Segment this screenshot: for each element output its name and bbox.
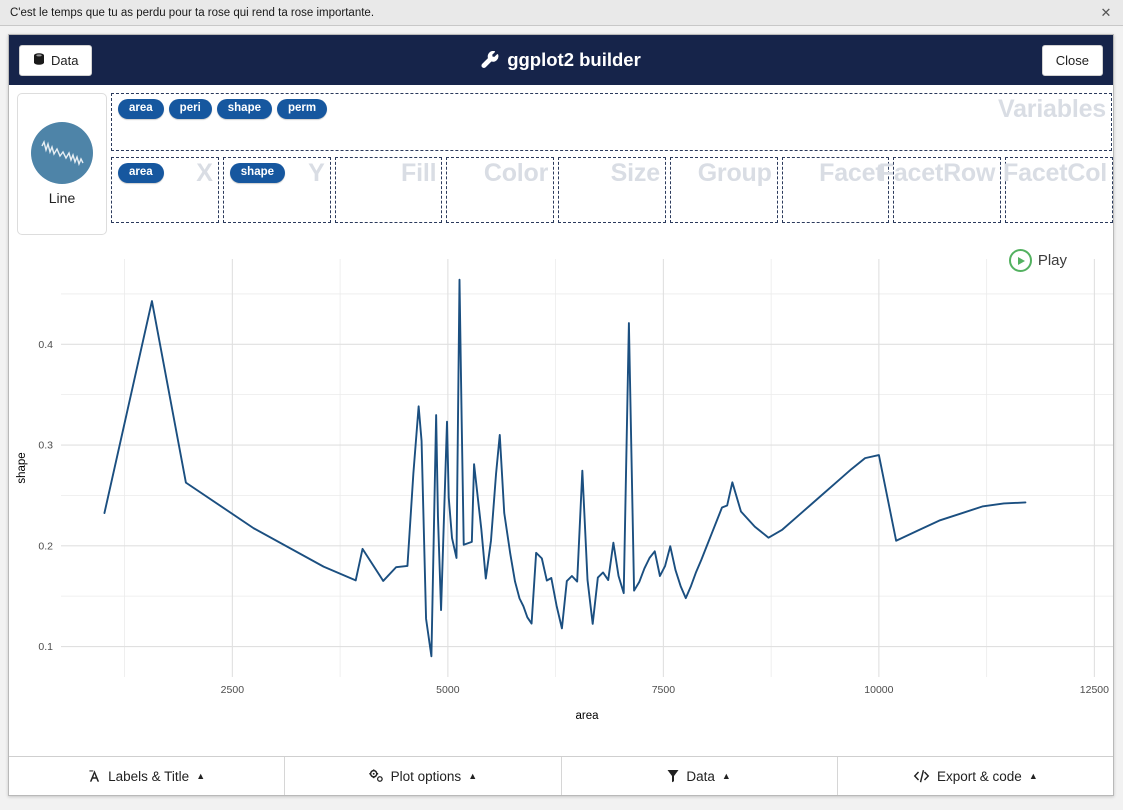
- window-title: C'est le temps que tu as perdu pour ta r…: [10, 6, 375, 19]
- dropzone-facet[interactable]: Facet: [781, 157, 890, 223]
- x-axis-title: area: [575, 710, 599, 722]
- ggplot-canvas: 2500 5000 7500 10000 12500 0.1 0.2 0.3 0.4 area sh…: [16, 259, 1113, 722]
- close-button-label: Close: [1055, 52, 1089, 68]
- data-button[interactable]: Data: [19, 44, 93, 76]
- dropzone-group-title: Group: [697, 159, 772, 187]
- plot-panel-background: [61, 259, 1113, 677]
- x-tick-label: 2500: [221, 684, 245, 696]
- variable-pill-shape[interactable]: shape: [216, 99, 273, 119]
- sliders-icon: [368, 769, 384, 783]
- export-code-label: Export & code: [937, 768, 1022, 784]
- font-icon: [88, 769, 101, 783]
- x-tick-label: 7500: [652, 684, 676, 696]
- window-title-bar: C'est le temps que tu as perdu pour ta r…: [0, 0, 1123, 26]
- labels-title-label: Labels & Title: [108, 768, 190, 784]
- dropzone-x-pill[interactable]: area: [118, 163, 164, 183]
- dropzone-size[interactable]: Size: [558, 157, 666, 223]
- plot-options-label: Plot options: [390, 768, 462, 784]
- dropzone-size-title: Size: [610, 159, 660, 187]
- filter-icon: [667, 769, 679, 783]
- y-tick-label: 0.3: [38, 440, 53, 452]
- plot-options-caret: ▲: [468, 771, 478, 781]
- wrench-icon: [481, 50, 500, 70]
- y-tick-label: 0.1: [38, 641, 53, 653]
- plot-options-button[interactable]: Plot options ▲: [285, 757, 562, 795]
- plot-region: Play 2500 5000 7500 10000 12500 0.1 0.2 0.3 0.4 a…: [9, 239, 1113, 756]
- data-footer-button[interactable]: Data ▲: [561, 757, 838, 795]
- dropzone-color[interactable]: Color: [446, 157, 555, 223]
- variables-dropzone-title: Variables: [997, 95, 1106, 123]
- y-axis-title: shape: [16, 452, 28, 483]
- dropzone-y-pill[interactable]: shape: [229, 163, 286, 183]
- modal-title-text: ggplot2 builder: [507, 49, 641, 70]
- geom-selector-line[interactable]: Line: [17, 93, 107, 235]
- variable-pill-peri[interactable]: peri: [168, 99, 212, 119]
- dropzone-color-title: Color: [483, 159, 549, 187]
- code-icon: [913, 769, 930, 783]
- ggplot-builder-modal: Data ggplot2 builder Close Line Variable…: [8, 34, 1114, 796]
- play-label: Play: [1037, 252, 1067, 269]
- dropzone-facetrow[interactable]: FacetRow: [879, 157, 1002, 223]
- modal-title: ggplot2 builder: [9, 49, 1113, 71]
- dropzone-y-title: Y: [308, 159, 325, 187]
- dropzone-x[interactable]: X area: [111, 157, 219, 223]
- y-tick-label: 0.2: [38, 540, 53, 552]
- geom-label: Line: [48, 190, 76, 206]
- labels-title-button[interactable]: Labels & Title ▲: [9, 757, 286, 795]
- data-footer-caret: ▲: [721, 771, 731, 781]
- play-triangle: [1017, 256, 1025, 265]
- modal-footer: Labels & Title ▲ Plot options ▲ Data ▲ E…: [9, 756, 1113, 795]
- variable-pill-area[interactable]: area: [118, 99, 164, 119]
- close-button[interactable]: Close: [1041, 44, 1103, 76]
- labels-title-caret: ▲: [196, 771, 206, 781]
- x-tick-label: 12500: [1080, 684, 1109, 696]
- export-code-caret: ▲: [1028, 771, 1038, 781]
- x-tick-label: 10000: [864, 684, 893, 696]
- window-close-icon[interactable]: ✕: [1095, 3, 1117, 23]
- dropzone-fill-title: Fill: [401, 159, 437, 187]
- variable-pill-perm[interactable]: perm: [277, 99, 328, 119]
- database-icon: [33, 53, 45, 67]
- dropzone-facetcol[interactable]: FacetCol: [1003, 157, 1114, 223]
- dropzone-facetcol-title: FacetCol: [1003, 159, 1108, 187]
- dropzone-y[interactable]: Y shape: [222, 157, 331, 223]
- data-button-label: Data: [51, 52, 79, 68]
- variables-dropzone[interactable]: Variables area peri shape perm: [111, 93, 1112, 151]
- x-tick-label: 5000: [436, 684, 460, 696]
- y-tick-label: 0.4: [38, 339, 53, 351]
- dropzone-area: Line Variables area peri shape perm X ar…: [9, 85, 1114, 239]
- dropzone-x-title: X: [196, 159, 213, 187]
- aesthetic-dropzone-row: X area Y shape Fill Color Size Group Fac…: [111, 157, 1114, 223]
- dropzone-columns: Variables area peri shape perm X area Y …: [107, 93, 1114, 235]
- dropzone-group[interactable]: Group: [669, 157, 778, 223]
- export-code-button[interactable]: Export & code ▲: [837, 757, 1113, 795]
- modal-header: Data ggplot2 builder Close: [9, 35, 1113, 85]
- dropzone-facetrow-title: FacetRow: [878, 159, 996, 187]
- line-chart-icon: [31, 122, 93, 184]
- play-button[interactable]: Play: [1008, 249, 1067, 272]
- play-circle-icon: [1008, 249, 1032, 272]
- dropzone-facet-title: Facet: [819, 159, 884, 187]
- data-footer-label: Data: [686, 768, 715, 784]
- dropzone-fill[interactable]: Fill: [334, 157, 443, 223]
